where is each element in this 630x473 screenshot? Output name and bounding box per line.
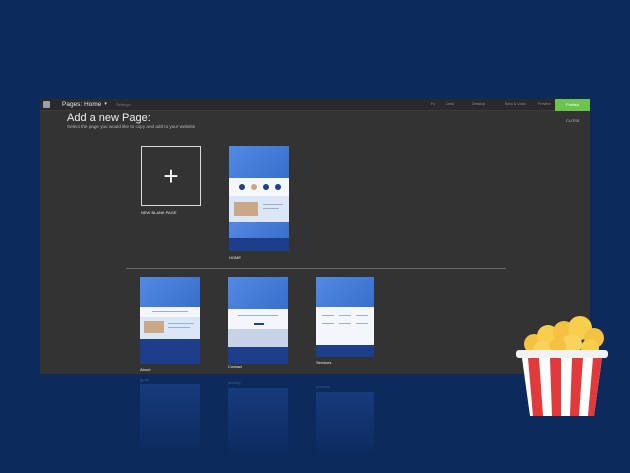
reflection-label: gpos	[140, 377, 149, 382]
publish-button[interactable]: Publish	[555, 99, 590, 111]
services-template-thumbnail[interactable]	[316, 277, 374, 357]
top-toolbar: Pages: Home ▾ Settings Fx Desk Desktop B…	[40, 99, 590, 111]
toolbar-item-back-undo[interactable]: Back & Undo	[505, 102, 526, 106]
reflection-label: process	[316, 384, 331, 389]
toolbar-item-preview[interactable]: Preview	[538, 102, 551, 106]
contact-template-label: Contact	[228, 364, 242, 369]
reflection-thumb	[228, 388, 288, 458]
settings-link[interactable]: Settings	[116, 102, 130, 107]
popcorn-icon	[516, 316, 608, 416]
toolbar-item-desk[interactable]: Desk	[446, 102, 454, 106]
about-template-label: About	[140, 367, 151, 372]
about-template-thumbnail[interactable]	[140, 277, 200, 364]
reflection-thumb	[140, 384, 200, 454]
home-template-label: HOME	[229, 255, 241, 260]
services-template-label: Services	[316, 360, 332, 365]
chevron-down-icon: ▾	[104, 101, 107, 107]
reflection-label: privacy	[228, 380, 241, 385]
new-blank-page-label: NEW BLANK PAGE	[141, 210, 177, 215]
window-reflection: gpos privacy process	[40, 374, 590, 473]
app-logo-icon[interactable]	[43, 101, 50, 108]
new-blank-page-card[interactable]: +	[141, 146, 201, 206]
pages-dropdown[interactable]: Pages: Home ▾	[62, 100, 107, 109]
dialog-subtitle: Select the page you would like to copy a…	[67, 124, 196, 129]
section-divider	[126, 268, 506, 269]
toolbar-item-desktop[interactable]: Desktop	[472, 102, 485, 106]
reflection-thumb	[316, 392, 374, 457]
plus-icon: +	[163, 161, 179, 191]
toolbar-item-fx[interactable]: Fx	[431, 102, 435, 106]
dialog-title: Add a new Page:	[67, 112, 151, 124]
contact-template-thumbnail[interactable]	[228, 277, 288, 364]
page-builder-window: Pages: Home ▾ Settings Fx Desk Desktop B…	[40, 99, 590, 374]
close-button[interactable]: CLOSE	[566, 118, 580, 123]
home-template-thumbnail[interactable]	[229, 146, 289, 251]
pages-dropdown-label: Pages: Home	[62, 101, 102, 108]
